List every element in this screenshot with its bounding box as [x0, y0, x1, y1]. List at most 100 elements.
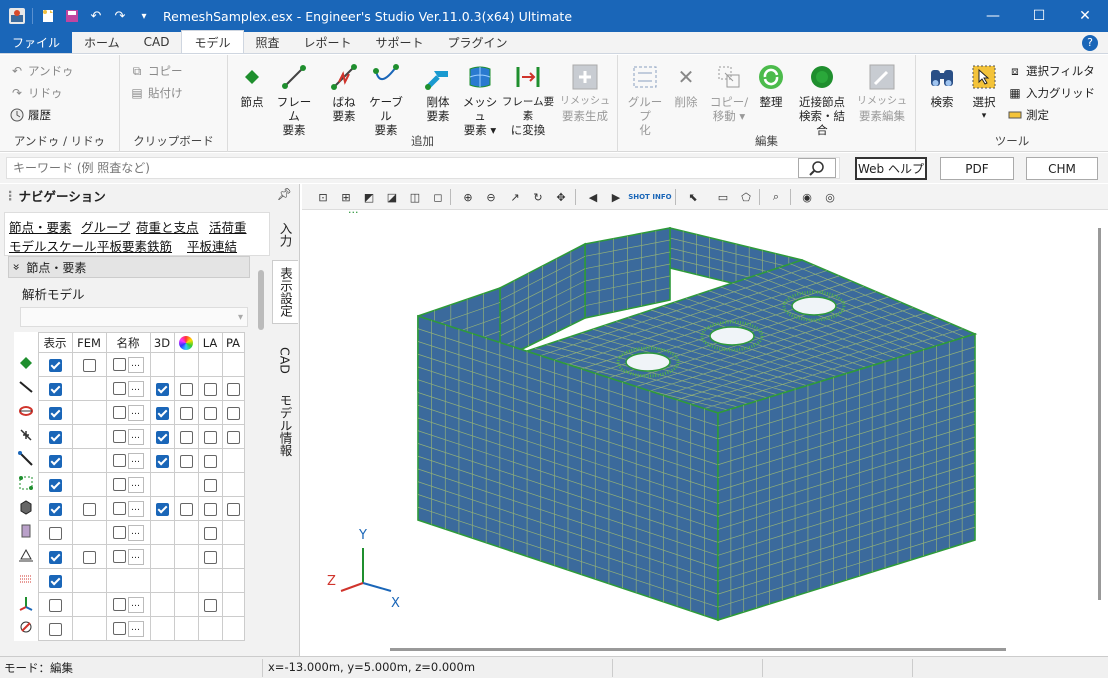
la-checkbox[interactable] [203, 550, 217, 564]
tab-model[interactable]: モデル [181, 30, 244, 53]
pointer-icon[interactable]: ⬉ [684, 188, 702, 206]
link-group[interactable]: グループ [81, 217, 130, 236]
pa-checkbox[interactable] [226, 430, 240, 444]
3d-checkbox[interactable] [155, 430, 169, 444]
fem-checkbox[interactable] [82, 502, 96, 516]
3d-checkbox[interactable] [155, 502, 169, 516]
model-canvas[interactable]: Y X Z ··· [302, 206, 1108, 656]
undo-icon[interactable]: ↶ [87, 7, 105, 25]
tab-cad[interactable]: CAD [132, 31, 182, 53]
pan-icon[interactable]: ↗ [506, 188, 524, 206]
rotate-icon[interactable]: ↻ [529, 188, 547, 206]
pin-icon[interactable]: 📌︎ [277, 187, 292, 201]
color-checkbox[interactable] [179, 406, 193, 420]
fit-view-icon[interactable]: ⊡ [314, 188, 332, 206]
name-checkbox[interactable] [112, 454, 126, 467]
pa-checkbox[interactable] [226, 406, 240, 420]
name-checkbox[interactable] [112, 406, 126, 419]
la-checkbox[interactable] [203, 406, 217, 420]
camera-icon[interactable]: ◉ [798, 188, 816, 206]
remesh-edit-button[interactable]: リメッシュ 要素編集 [854, 61, 910, 123]
la-checkbox[interactable] [203, 478, 217, 492]
tab-plugin[interactable]: プラグイン [436, 31, 520, 53]
show-checkbox[interactable] [48, 382, 62, 396]
name-options-button[interactable]: … [127, 404, 144, 421]
name-options-button[interactable]: … [127, 428, 144, 445]
tab-report[interactable]: レポート [292, 31, 364, 53]
name-options-button[interactable]: … [127, 620, 144, 637]
mesh-model-drawing[interactable]: Y X Z ··· [302, 206, 1108, 656]
poly-select-icon[interactable]: ⬠ [737, 188, 755, 206]
show-checkbox[interactable] [48, 598, 62, 612]
frame-element-button[interactable]: フレーム 要素 [272, 61, 316, 137]
3d-checkbox[interactable] [155, 406, 169, 420]
name-checkbox[interactable] [112, 358, 126, 371]
name-options-button[interactable]: … [127, 476, 144, 493]
search-tool-button[interactable]: 検索 [924, 61, 960, 109]
new-file-icon[interactable] [39, 7, 57, 25]
web-help-button[interactable]: Web ヘルプ [855, 157, 927, 180]
minimize-button[interactable]: — [970, 0, 1016, 32]
fem-checkbox[interactable] [82, 358, 96, 372]
tab-file[interactable]: ファイル [0, 31, 73, 53]
show-checkbox[interactable] [48, 574, 62, 588]
cable-element-button[interactable]: ケーブル 要素 [364, 61, 408, 137]
3d-checkbox[interactable] [155, 382, 169, 396]
3d-checkbox[interactable] [155, 454, 169, 468]
zoom-in-icon[interactable]: ⊕ [459, 188, 477, 206]
name-options-button[interactable]: … [127, 380, 144, 397]
la-checkbox[interactable] [203, 430, 217, 444]
show-checkbox[interactable] [48, 550, 62, 564]
la-checkbox[interactable] [203, 526, 217, 540]
next-view-icon[interactable]: ▶ [607, 188, 625, 206]
organize-button[interactable]: 整理 [756, 61, 786, 109]
show-checkbox[interactable] [48, 406, 62, 420]
select-tool-button[interactable]: 選択 ▾ [966, 61, 1002, 123]
node-button[interactable]: 節点 [236, 61, 268, 109]
help-icon[interactable]: ? [1082, 34, 1098, 51]
mesh-element-button[interactable]: メッシュ 要素 ▾ [460, 61, 500, 137]
maximize-button[interactable]: ☐ [1016, 0, 1062, 32]
side-tab-display-settings[interactable]: 表示設定 [272, 260, 298, 324]
find-icon[interactable]: ⌕ [767, 188, 785, 206]
side-tab-input[interactable]: 入力 [272, 212, 298, 256]
chm-button[interactable]: CHM [1026, 157, 1098, 180]
fem-checkbox[interactable] [82, 550, 96, 564]
show-checkbox[interactable] [48, 502, 62, 516]
la-checkbox[interactable] [203, 382, 217, 396]
prev-view-icon[interactable]: ◀ [584, 188, 602, 206]
la-checkbox[interactable] [203, 502, 217, 516]
name-checkbox[interactable] [112, 382, 126, 395]
link-nodes-elements[interactable]: 節点・要素 [9, 217, 72, 236]
la-checkbox[interactable] [203, 454, 217, 468]
delete-button[interactable]: ✕ 削除 [670, 61, 702, 109]
name-options-button[interactable]: … [127, 500, 144, 517]
close-button[interactable]: ✕ [1062, 0, 1108, 32]
link-live-load[interactable]: 活荷重 [209, 217, 247, 236]
show-checkbox[interactable] [48, 526, 62, 540]
pa-checkbox[interactable] [226, 382, 240, 396]
redo-button[interactable]: ↷ リドゥ [10, 85, 63, 101]
save-icon[interactable] [63, 7, 81, 25]
side-tab-model-info[interactable]: モデル情報 [272, 390, 298, 460]
orbit-icon[interactable]: ✥ [552, 188, 570, 206]
show-checkbox[interactable] [48, 622, 62, 636]
near-node-button[interactable]: 近接節点 検索・結合 [794, 61, 850, 137]
wire-view-icon[interactable]: ◻ [429, 188, 447, 206]
info-icon[interactable]: INFO [652, 188, 671, 206]
side-tab-cad[interactable]: CAD [272, 338, 298, 382]
name-checkbox[interactable] [112, 598, 126, 611]
pa-checkbox[interactable] [226, 502, 240, 516]
side-view-icon[interactable]: ◫ [406, 188, 424, 206]
name-checkbox[interactable] [112, 526, 126, 539]
input-grid-button[interactable]: ▦ 入力グリッド [1008, 85, 1095, 101]
panel-scrollbar[interactable] [258, 270, 264, 330]
link-loads-supports[interactable]: 荷重と支点 [136, 217, 199, 236]
app-logo-icon[interactable] [8, 7, 26, 25]
analysis-model-select[interactable]: ▾ [20, 307, 248, 327]
tab-check[interactable]: 照査 [244, 31, 292, 53]
camera-settings-icon[interactable]: ◎ [821, 188, 839, 206]
zoom-window-icon[interactable]: ⊞ [337, 188, 355, 206]
link-plate-rebar[interactable]: 平板要素鉄筋 [97, 236, 172, 255]
front-view-icon[interactable]: ◪ [383, 188, 401, 206]
